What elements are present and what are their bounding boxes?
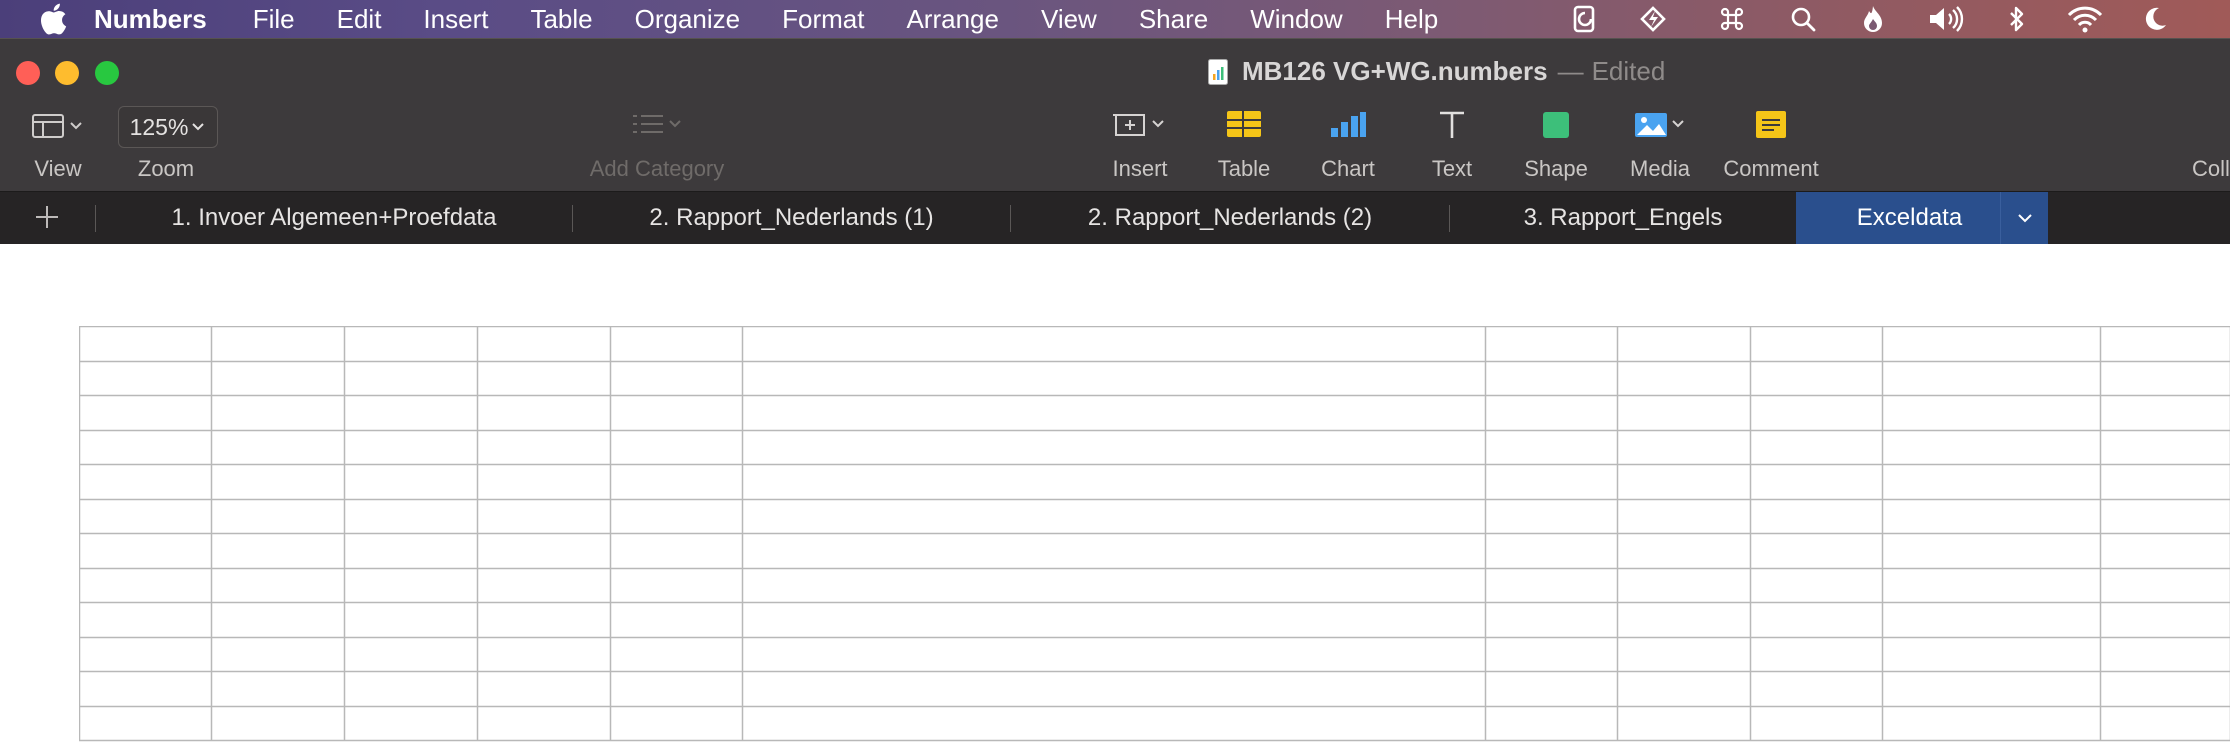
- tab-label: 2. Rapport_Nederlands (1): [649, 204, 934, 231]
- chevron-down-icon: [2017, 214, 2032, 223]
- media-label: Media: [1630, 156, 1690, 181]
- tab-label: 2. Rapport_Nederlands (2): [1087, 204, 1373, 231]
- view-label: View: [34, 156, 82, 181]
- close-window-button[interactable]: [16, 61, 40, 85]
- menu-share[interactable]: Share: [1139, 4, 1208, 35]
- tab-invoer-algemeen[interactable]: 1. Invoer Algemeen+Proefdata: [96, 192, 572, 244]
- menu-help[interactable]: Help: [1385, 4, 1438, 35]
- zoom-value: 125%: [129, 113, 189, 140]
- comment-icon: [1756, 111, 1786, 138]
- menu-window[interactable]: Window: [1250, 4, 1342, 35]
- spreadsheet-table[interactable]: [79, 326, 2230, 742]
- minimize-window-button[interactable]: [55, 61, 79, 85]
- menu-format[interactable]: Format: [782, 4, 864, 35]
- apple-menu-icon[interactable]: [38, 3, 68, 35]
- command-icon[interactable]: [1716, 0, 1748, 38]
- tab-exceldata[interactable]: Exceldata: [1796, 192, 2023, 244]
- insert-icon: [1113, 114, 1164, 136]
- tab-label: Exceldata: [1856, 204, 1963, 231]
- tab-label: 3. Rapport_Engels: [1523, 204, 1723, 231]
- shape-icon: [1543, 112, 1569, 138]
- tab-rapport-engels[interactable]: 3. Rapport_Engels: [1450, 192, 1796, 244]
- media-icon: [1635, 113, 1684, 137]
- add-category-label: Add Category: [589, 156, 725, 181]
- add-sheet-icon[interactable]: [32, 202, 62, 232]
- search-icon[interactable]: [1788, 0, 1818, 38]
- zoom-window-button[interactable]: [95, 61, 119, 85]
- clipboard-icon[interactable]: [1568, 0, 1602, 38]
- menu-insert[interactable]: Insert: [423, 4, 488, 35]
- menu-view[interactable]: View: [1041, 4, 1097, 35]
- text-label: Text: [1431, 156, 1473, 181]
- menu-arrange[interactable]: Arrange: [906, 4, 999, 35]
- insert-label: Insert: [1112, 156, 1168, 181]
- comment-label: Comment: [1723, 156, 1819, 181]
- chart-icon: [1331, 112, 1366, 137]
- moon-icon[interactable]: [2140, 0, 2170, 38]
- zoom-label: Zoom: [137, 156, 195, 181]
- table-label: Table: [1217, 156, 1271, 181]
- title-separator: —: [1557, 56, 1584, 86]
- shape-label: Shape: [1524, 156, 1588, 181]
- volume-icon[interactable]: [1926, 0, 1968, 38]
- numbers-document-icon: [1208, 58, 1228, 85]
- menu-table[interactable]: Table: [530, 4, 592, 35]
- menu-file[interactable]: File: [253, 4, 295, 35]
- bolt-app-icon[interactable]: [1636, 0, 1670, 38]
- document-status: Edited: [1591, 56, 1666, 86]
- chart-label: Chart: [1321, 156, 1375, 181]
- window-title: MB126 VG+WG.numbers — Edited: [1208, 56, 1665, 87]
- bluetooth-icon[interactable]: [2004, 0, 2030, 38]
- sheet-tab-bar: 1. Invoer Algemeen+Proefdata 2. Rapport_…: [0, 191, 2230, 245]
- tab-rapport-nederlands-1[interactable]: 2. Rapport_Nederlands (1): [573, 192, 1010, 244]
- menu-organize[interactable]: Organize: [635, 4, 741, 35]
- flame-icon[interactable]: [1858, 0, 1888, 38]
- menu-app-numbers[interactable]: Numbers: [94, 4, 207, 35]
- chevron-down-icon: [192, 123, 205, 131]
- list-category-icon: [633, 115, 681, 133]
- text-icon: [1440, 111, 1464, 138]
- tab-label: 1. Invoer Algemeen+Proefdata: [171, 204, 497, 231]
- table-icon: [1227, 111, 1261, 137]
- menu-bar: Numbers File Edit Insert Table Organize …: [0, 0, 2230, 38]
- collaborate-label: Coll: [2192, 156, 2230, 181]
- sidebar-view-icon: [32, 114, 82, 138]
- sheet-options-button[interactable]: [2000, 192, 2048, 244]
- menu-edit[interactable]: Edit: [337, 4, 382, 35]
- document-name: MB126 VG+WG.numbers: [1242, 56, 1548, 86]
- zoom-select[interactable]: 125%: [118, 106, 218, 148]
- wifi-icon[interactable]: [2066, 0, 2104, 38]
- tab-rapport-nederlands-2[interactable]: 2. Rapport_Nederlands (2): [1011, 192, 1449, 244]
